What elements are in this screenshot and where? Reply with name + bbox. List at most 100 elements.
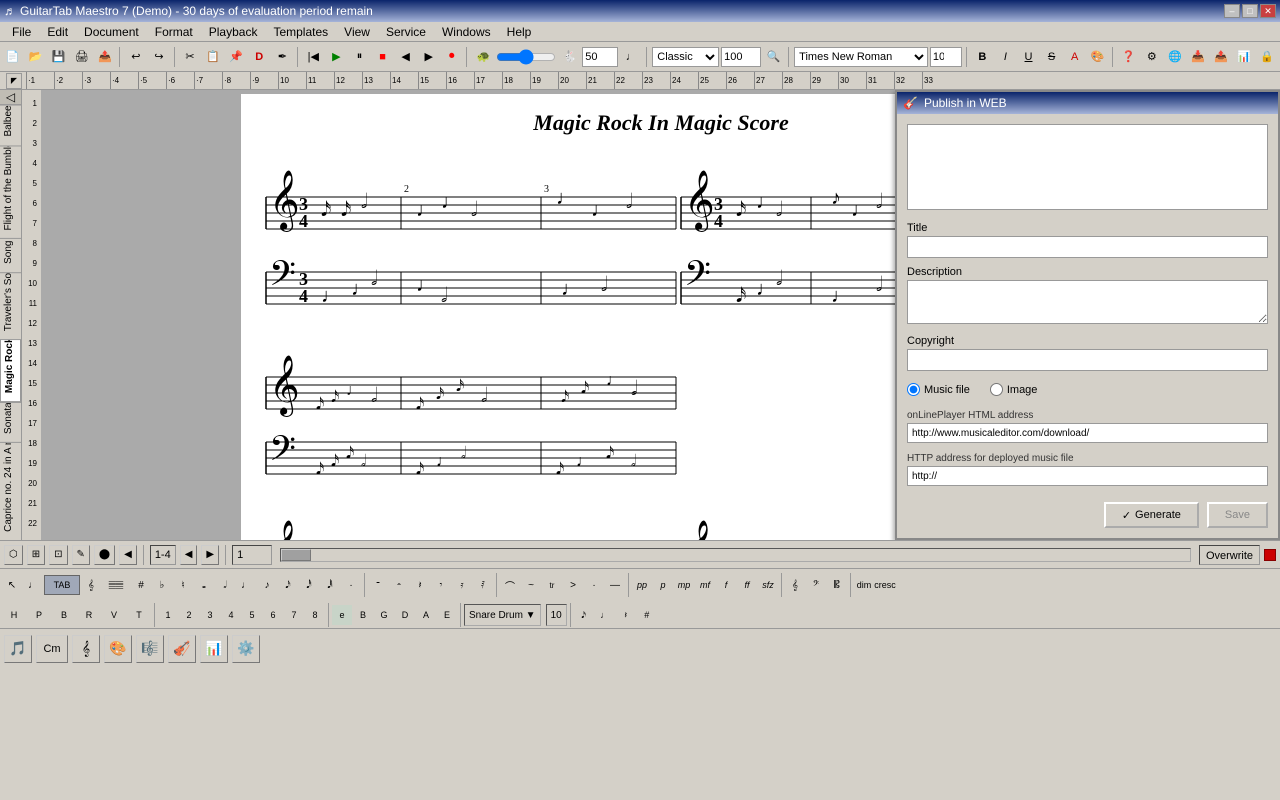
dynamic-sfz[interactable]: sfz bbox=[758, 575, 778, 595]
menu-help[interactable]: Help bbox=[499, 23, 540, 41]
strikethrough-button[interactable]: S bbox=[1041, 46, 1062, 68]
extra3-button[interactable]: 📊 bbox=[1234, 46, 1255, 68]
sidebar-collapse[interactable]: ◁ bbox=[0, 90, 21, 105]
title-input[interactable] bbox=[907, 236, 1268, 258]
guitar-pull[interactable]: P bbox=[27, 605, 51, 625]
h-scrollbar[interactable] bbox=[280, 548, 1191, 562]
thirtysecond-rest[interactable]: 𝅀 bbox=[473, 575, 493, 595]
dynamic-pp[interactable]: pp bbox=[632, 575, 652, 595]
guitar-release[interactable]: R bbox=[77, 605, 101, 625]
tool-btn2[interactable]: ⊞ bbox=[27, 545, 45, 565]
note-enter-tool[interactable]: ♩ bbox=[23, 575, 43, 595]
quarter-rest[interactable]: 𝄽 bbox=[410, 575, 430, 595]
font-color-button[interactable]: A bbox=[1064, 46, 1085, 68]
bt-settings-btn[interactable]: ⚙️ bbox=[232, 635, 260, 663]
sidebar-tab-song[interactable]: Song bbox=[0, 238, 21, 272]
whole-rest[interactable]: 𝄻 bbox=[368, 575, 388, 595]
sixtyfourth-note[interactable]: 𝅘𝅥𝅱 bbox=[320, 575, 340, 595]
play-button[interactable]: ▶ bbox=[326, 46, 347, 68]
menu-service[interactable]: Service bbox=[378, 23, 434, 41]
next-button[interactable]: ▶ bbox=[418, 46, 439, 68]
prev-button[interactable]: ◀ bbox=[395, 46, 416, 68]
bold-button[interactable]: B bbox=[972, 46, 993, 68]
special-button[interactable]: D bbox=[249, 46, 270, 68]
cut-button[interactable]: ✂ bbox=[179, 46, 200, 68]
sixteenth-note[interactable]: 𝅘𝅥𝅯 bbox=[278, 575, 298, 595]
whole-note[interactable]: 𝅝 bbox=[194, 575, 214, 595]
menu-edit[interactable]: Edit bbox=[39, 23, 76, 41]
tie-btn[interactable]: ⌒ bbox=[500, 575, 520, 595]
flat-tool[interactable]: ♭ bbox=[152, 575, 172, 595]
quarter-note[interactable]: ♩ bbox=[236, 575, 256, 595]
eighth-rest[interactable]: 𝄾 bbox=[431, 575, 451, 595]
tool-btn4[interactable]: ✎ bbox=[72, 545, 90, 565]
menu-format[interactable]: Format bbox=[147, 23, 201, 41]
url1-input[interactable]: http://www.musicaleditor.com/download/ bbox=[907, 423, 1268, 443]
help-button[interactable]: ❓ bbox=[1118, 46, 1139, 68]
soprano-clef-btn[interactable]: 𝄡 bbox=[827, 575, 847, 595]
half-note[interactable]: 𝅗𝅥 bbox=[215, 575, 235, 595]
copy-button[interactable]: 📋 bbox=[203, 46, 224, 68]
sidebar-tab-caprice[interactable]: Caprice no. 24 in A minor bbox=[0, 442, 21, 540]
tenuto-btn[interactable]: — bbox=[605, 575, 625, 595]
highlight-button[interactable]: 🎨 bbox=[1087, 46, 1108, 68]
fret-7[interactable]: 7 bbox=[284, 605, 304, 625]
string-6[interactable]: E bbox=[437, 605, 457, 625]
fret-5[interactable]: 5 bbox=[242, 605, 262, 625]
zoom-button[interactable]: 🔍 bbox=[763, 46, 784, 68]
half-rest[interactable]: 𝄼 bbox=[389, 575, 409, 595]
bass-clef-btn[interactable]: 𝄢 bbox=[806, 575, 826, 595]
sidebar-tab-traveler[interactable]: Traveler's Song bbox=[0, 272, 21, 339]
play-start-button[interactable]: |◀ bbox=[303, 46, 324, 68]
menu-playback[interactable]: Playback bbox=[201, 23, 266, 41]
maximize-button[interactable]: □ bbox=[1242, 4, 1258, 18]
natural-tool[interactable]: ♮ bbox=[173, 575, 193, 595]
bt-sheet-btn[interactable]: 🎼 bbox=[136, 635, 164, 663]
description-input[interactable] bbox=[907, 280, 1268, 324]
underline-button[interactable]: U bbox=[1018, 46, 1039, 68]
guitar-tap[interactable]: T bbox=[127, 605, 151, 625]
fret-2[interactable]: 2 bbox=[179, 605, 199, 625]
url2-input[interactable]: http:// bbox=[907, 466, 1268, 486]
eighth-note[interactable]: ♪ bbox=[257, 575, 277, 595]
accent-btn[interactable]: > bbox=[563, 575, 583, 595]
tab-tool[interactable]: TAB bbox=[44, 575, 80, 595]
bt-chart-btn[interactable]: 📊 bbox=[200, 635, 228, 663]
note-a[interactable]: 𝅘𝅥𝅯 bbox=[574, 605, 594, 625]
pos-right[interactable]: ▶ bbox=[201, 545, 219, 565]
dim-btn[interactable]: dim bbox=[854, 575, 874, 595]
style-dropdown[interactable]: Classic bbox=[652, 47, 719, 67]
bt-paint-btn[interactable]: 🎨 bbox=[104, 635, 132, 663]
tool-btn5[interactable]: ⬤ bbox=[94, 545, 115, 565]
bt-violin-btn[interactable]: 🎻 bbox=[168, 635, 196, 663]
sidebar-tab-sonata[interactable]: Sonata bbox=[0, 402, 21, 442]
font-select[interactable]: Times New Roman bbox=[794, 47, 928, 67]
music-file-radio-item[interactable]: Music file bbox=[907, 383, 970, 396]
menu-file[interactable]: File bbox=[4, 23, 39, 41]
minimize-button[interactable]: – bbox=[1224, 4, 1240, 18]
slur-btn[interactable]: ~ bbox=[521, 575, 541, 595]
metronome-button[interactable]: ♩ bbox=[620, 46, 642, 68]
menu-templates[interactable]: Templates bbox=[265, 23, 336, 41]
dynamic-mp[interactable]: mp bbox=[674, 575, 694, 595]
generate-button[interactable]: ✓ Generate bbox=[1104, 502, 1199, 528]
menu-windows[interactable]: Windows bbox=[434, 23, 499, 41]
fret-8[interactable]: 8 bbox=[305, 605, 325, 625]
copyright-input[interactable] bbox=[907, 349, 1268, 371]
dynamic-mf[interactable]: mf bbox=[695, 575, 715, 595]
sidebar-tab-balbee[interactable]: Balbee bbox=[0, 105, 21, 145]
dynamic-f[interactable]: f bbox=[716, 575, 736, 595]
speed-value[interactable]: 50 bbox=[582, 47, 618, 67]
clef-tool[interactable]: 𝄞 bbox=[81, 575, 101, 595]
tool-btn6[interactable]: ◀ bbox=[119, 545, 137, 565]
save-button[interactable]: Save bbox=[1207, 502, 1268, 528]
tool-btn3[interactable]: ⊡ bbox=[49, 545, 67, 565]
web-button[interactable]: 🌐 bbox=[1164, 46, 1185, 68]
close-button[interactable]: ✕ bbox=[1260, 4, 1276, 18]
sidebar-tab-bumblebee[interactable]: Flight of the Bumblebee bbox=[0, 145, 21, 238]
record-button[interactable]: ⏺ bbox=[441, 46, 462, 68]
bt-note-btn[interactable]: 🎵 bbox=[4, 635, 32, 663]
italic-button[interactable]: I bbox=[995, 46, 1016, 68]
string-3[interactable]: G bbox=[374, 605, 394, 625]
extra2-button[interactable]: 📤 bbox=[1211, 46, 1232, 68]
